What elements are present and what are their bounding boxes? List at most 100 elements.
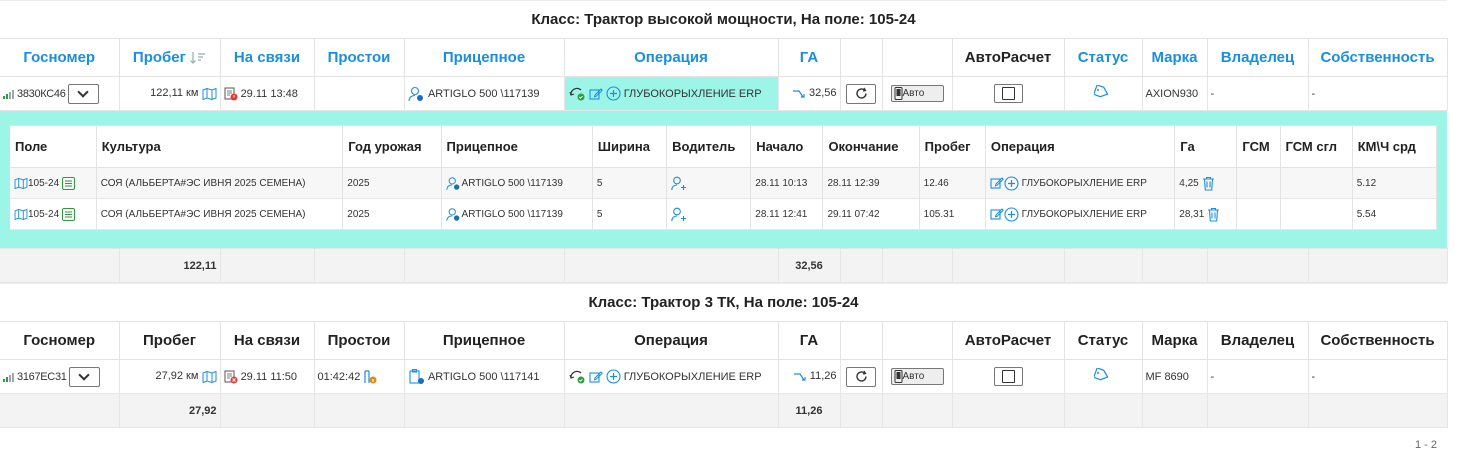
detail-voditel [666,198,752,230]
autocalc-cell [952,76,1065,111]
detail-col-probeg: Пробег [919,125,986,168]
col-gosnomer[interactable]: Госномер [0,321,120,360]
detail-row: Поле Культура Год урожая Прицепное Ширин… [0,111,1447,249]
col-auto [882,38,953,77]
expand-dropdown-button[interactable] [67,83,99,104]
col-probeg[interactable]: Пробег [119,321,221,360]
table-row[interactable]: 3167ЕС31 27,92 км 29.11 11:50 01:42:42 A… [0,359,1448,394]
detail-probeg: 12.46 [919,167,986,199]
checkbox-square-icon [1001,370,1015,383]
col-na-svyazi[interactable]: На связи [220,321,315,360]
phone-icon [894,369,902,383]
col-na-svyazi[interactable]: На связи [220,38,315,77]
user-link-icon[interactable] [445,176,462,191]
add-circle-icon[interactable] [606,86,621,101]
col-gosnomer[interactable]: Госномер [0,38,120,77]
clipboard-link-icon[interactable] [408,368,426,385]
total-probeg: 27,92 [119,393,221,428]
sync-check-icon[interactable] [568,369,586,385]
user-link-icon[interactable] [407,86,426,102]
detail-god: 2025 [342,198,442,230]
detail-god: 2025 [342,167,442,199]
col-ga[interactable]: ГА [778,38,841,77]
col-prostoi[interactable]: Простои [314,321,405,360]
detail-pricepnoe: ARTIGLO 500 \117139 [441,198,593,230]
map-icon[interactable] [14,177,28,189]
totals-empty [840,393,883,428]
detail-probeg: 105.31 [919,198,986,230]
add-circle-icon[interactable] [606,369,621,384]
edit-icon[interactable] [990,176,1004,190]
map-icon[interactable] [202,370,217,383]
totals-empty [564,393,779,428]
col-operaciya[interactable]: Операция [564,38,779,77]
edit-icon[interactable] [589,370,603,384]
refresh-button[interactable] [846,366,876,387]
add-user-icon[interactable] [671,207,688,222]
edit-icon[interactable] [990,207,1004,221]
detail-kultura: СОЯ (АЛЬБЕРТА#ЭС ИВНЯ 2025 СЕМЕНА) [96,198,344,230]
autocalc-checkbox[interactable] [993,367,1023,386]
totals-empty [952,248,1065,283]
ga-cell: 32,56 [778,76,841,111]
col-marka[interactable]: Марка [1142,321,1208,360]
expand-dropdown-button[interactable] [68,366,100,387]
detail-ga: 4,25 [1174,167,1238,199]
totals-empty [1142,393,1208,428]
no-connection-icon [224,87,237,100]
trash-icon[interactable] [1207,207,1220,222]
refresh-icon [855,87,867,99]
map-icon[interactable] [14,208,28,220]
list-icon[interactable] [61,207,75,221]
map-icon[interactable] [202,87,217,100]
chevron-down-icon [78,368,90,381]
plate-number: 3167ЕС31 [17,370,67,383]
auto-button[interactable]: Авто [890,84,944,102]
col-prostoi[interactable]: Простои [314,38,405,77]
detail-kmch: 5.12 [1352,167,1438,199]
detail-col-gsm-sgl: ГСМ сгл [1280,125,1353,168]
sort-desc-icon[interactable] [190,51,206,65]
totals-empty [1142,248,1208,283]
col-pricepnoe[interactable]: Прицепное [404,38,565,77]
table-row[interactable]: 3830КС46 122,11 км 29.11 13:48 ARTIGLO 5… [0,76,1448,111]
edit-icon[interactable] [589,87,603,101]
detail-gsm [1236,198,1281,230]
detail-kultura: СОЯ (АЛЬБЕРТА#ЭС ИВНЯ 2025 СЕМЕНА) [96,167,344,199]
prostoi-cell [314,76,405,111]
detail-data-row[interactable]: 105-24 СОЯ (АЛЬБЕРТА#ЭС ИВНЯ 2025 СЕМЕНА… [10,198,1438,230]
refresh-icon [855,370,867,382]
add-circle-icon[interactable] [1004,206,1019,222]
col-vladelec[interactable]: Владелец [1207,321,1309,360]
tag-icon[interactable] [1092,84,1112,99]
sync-check-icon[interactable] [568,86,586,102]
add-circle-icon[interactable] [1004,175,1019,191]
col-vladelec[interactable]: Владелец [1207,38,1309,77]
col-ga[interactable]: ГА [778,321,841,360]
list-icon[interactable] [61,176,75,190]
user-link-icon[interactable] [445,207,462,222]
col-status[interactable]: Статус [1064,321,1143,360]
detail-data-row[interactable]: 105-24 СОЯ (АЛЬБЕРТА#ЭС ИВНЯ 2025 СЕМЕНА… [10,167,1438,199]
autocalc-checkbox[interactable] [993,84,1023,103]
detail-shirina: 5 [592,167,668,199]
col-sobstvennost[interactable]: Собственность [1308,321,1448,360]
tag-icon[interactable] [1092,367,1112,382]
detail-col-operaciya: Операция [985,125,1176,168]
col-sobstvennost[interactable]: Собственность [1308,38,1448,77]
col-status[interactable]: Статус [1064,38,1143,77]
col-operaciya[interactable]: Операция [564,321,779,360]
trash-icon[interactable] [1202,176,1215,191]
col-probeg[interactable]: Пробег [119,38,221,77]
pagination-info: 1 - 2 [1414,439,1437,451]
col-pricepnoe[interactable]: Прицепное [404,321,565,360]
refresh-button[interactable] [846,83,876,104]
parking-info-icon[interactable] [363,369,377,384]
detail-operaciya: ГЛУБОКОРЫХЛЕНИЕ ERP [985,167,1176,199]
trailer-name: ARTIGLO 500 \117139 [461,177,563,189]
pricepnoe-cell: ARTIGLO 500 \117141 [404,359,565,394]
col-marka[interactable]: Марка [1142,38,1208,77]
add-user-icon[interactable] [671,176,688,191]
totals-empty [1308,248,1448,283]
auto-button[interactable]: Авто [890,367,944,385]
